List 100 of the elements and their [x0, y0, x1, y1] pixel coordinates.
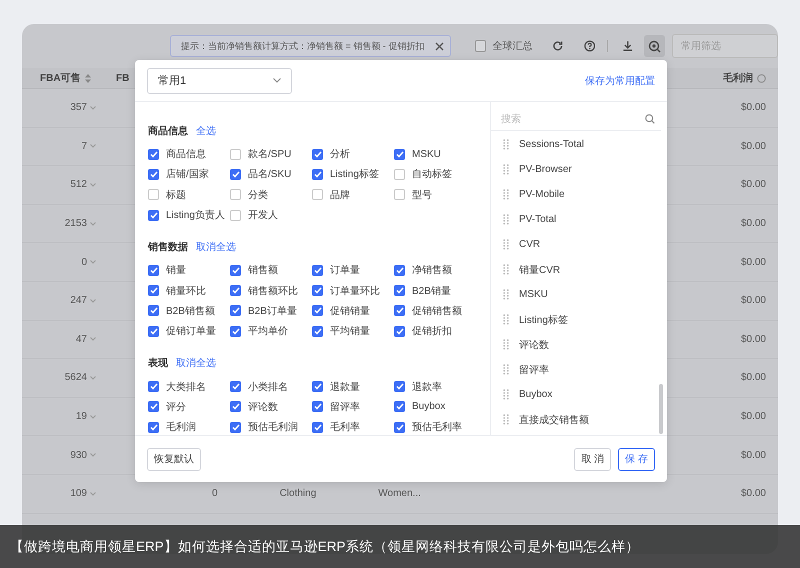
- checkbox[interactable]: [312, 422, 323, 433]
- checkbox[interactable]: [230, 148, 241, 160]
- column-name[interactable]: 销量CVR: [519, 262, 560, 276]
- preset-select[interactable]: 常用1: [147, 68, 292, 94]
- reset-button[interactable]: 恢复默认: [147, 448, 201, 470]
- checkbox-label[interactable]: 型号: [412, 188, 432, 202]
- column-name[interactable]: Sessions-Total: [519, 139, 584, 150]
- drag-handle-icon[interactable]: [503, 414, 509, 425]
- checkbox[interactable]: [312, 264, 323, 276]
- checkbox[interactable]: [148, 422, 159, 433]
- checkbox-label[interactable]: 销售额: [248, 263, 278, 278]
- column-name[interactable]: CVR: [519, 239, 540, 250]
- checkbox[interactable]: [230, 210, 241, 221]
- checkbox-label[interactable]: 款名/SPU: [248, 147, 292, 162]
- checkbox-label[interactable]: 预估毛利润: [248, 420, 298, 434]
- save-button[interactable]: 保 存: [618, 448, 655, 470]
- drag-handle-icon[interactable]: [503, 339, 509, 350]
- drag-handle-icon[interactable]: [503, 264, 509, 275]
- checkbox-label[interactable]: MSKU: [412, 148, 441, 160]
- checkbox-label[interactable]: 订单量: [330, 263, 360, 278]
- column-name[interactable]: Buybox: [519, 389, 552, 400]
- checkbox[interactable]: [312, 189, 323, 200]
- select-all-link[interactable]: 取消全选: [176, 356, 216, 370]
- checkbox[interactable]: [394, 168, 405, 180]
- checkbox-label[interactable]: 毛利率: [330, 420, 360, 434]
- checkbox-label[interactable]: 销售额环比: [248, 284, 298, 298]
- checkbox[interactable]: [394, 381, 405, 392]
- checkbox-label[interactable]: 销量: [166, 263, 186, 278]
- save-preset-link[interactable]: 保存为常用配置: [585, 74, 655, 88]
- checkbox[interactable]: [230, 401, 241, 412]
- checkbox-label[interactable]: 全球汇总: [492, 39, 532, 53]
- checkbox[interactable]: [312, 401, 323, 412]
- checkbox[interactable]: [148, 264, 159, 276]
- checkbox-label[interactable]: 店铺/国家: [166, 167, 209, 182]
- help-icon[interactable]: [584, 40, 596, 52]
- select-all-link[interactable]: 取消全选: [196, 240, 236, 254]
- column-name[interactable]: 留评率: [519, 362, 549, 376]
- checkbox-label[interactable]: 预估毛利率: [412, 420, 462, 434]
- column-settings-button[interactable]: [644, 35, 666, 57]
- checkbox-label[interactable]: 促销销售额: [412, 304, 462, 318]
- column-name[interactable]: 直接成交销售额: [519, 412, 589, 426]
- checkbox[interactable]: [148, 210, 159, 221]
- checkbox[interactable]: [230, 168, 241, 180]
- checkbox-label[interactable]: B2B订单量: [248, 304, 297, 318]
- drag-handle-icon[interactable]: [503, 189, 509, 200]
- checkbox[interactable]: [148, 305, 159, 316]
- checkbox[interactable]: [394, 148, 405, 160]
- select-all-link[interactable]: 全选: [196, 124, 216, 138]
- checkbox[interactable]: [474, 40, 486, 52]
- checkbox-label[interactable]: 评论数: [248, 400, 278, 414]
- checkbox-label[interactable]: 退款率: [412, 380, 442, 394]
- checkbox[interactable]: [230, 381, 241, 392]
- column-name[interactable]: 评论数: [519, 338, 549, 352]
- checkbox[interactable]: [148, 148, 159, 160]
- checkbox-label[interactable]: Listing负责人: [166, 208, 225, 222]
- download-icon[interactable]: [622, 40, 634, 52]
- column-name[interactable]: PV-Total: [519, 214, 556, 225]
- checkbox[interactable]: [312, 326, 323, 337]
- checkbox-label[interactable]: 留评率: [330, 400, 360, 414]
- drag-handle-icon[interactable]: [503, 214, 509, 225]
- search-icon[interactable]: [645, 114, 655, 124]
- checkbox-label[interactable]: 品名/SKU: [248, 167, 292, 182]
- refresh-icon[interactable]: [552, 40, 564, 52]
- checkbox[interactable]: [394, 189, 405, 200]
- column-name[interactable]: PV-Mobile: [519, 189, 565, 200]
- checkbox[interactable]: [148, 168, 159, 180]
- checkbox[interactable]: [312, 305, 323, 316]
- checkbox-label[interactable]: 自动标签: [412, 167, 452, 182]
- checkbox-label[interactable]: Buybox: [412, 401, 446, 412]
- checkbox-label[interactable]: 促销折扣: [412, 324, 452, 338]
- checkbox[interactable]: [148, 401, 159, 412]
- drag-handle-icon[interactable]: [503, 364, 509, 375]
- close-icon[interactable]: [434, 42, 444, 50]
- checkbox[interactable]: [230, 422, 241, 433]
- checkbox-label[interactable]: 平均单价: [248, 324, 288, 338]
- checkbox-label[interactable]: 促销订单量: [166, 324, 216, 338]
- checkbox[interactable]: [394, 326, 405, 337]
- checkbox-label[interactable]: 平均销量: [330, 324, 370, 338]
- checkbox[interactable]: [230, 264, 241, 276]
- checkbox[interactable]: [312, 148, 323, 160]
- drag-handle-icon[interactable]: [503, 239, 509, 250]
- checkbox[interactable]: [394, 264, 405, 276]
- checkbox[interactable]: [312, 381, 323, 392]
- checkbox[interactable]: [312, 168, 323, 180]
- checkbox[interactable]: [394, 401, 405, 412]
- drag-handle-icon[interactable]: [503, 139, 509, 150]
- checkbox[interactable]: [230, 285, 241, 296]
- checkbox-label[interactable]: 小类排名: [248, 380, 288, 394]
- column-name[interactable]: Listing标签: [519, 312, 568, 326]
- checkbox[interactable]: [148, 326, 159, 337]
- checkbox[interactable]: [394, 422, 405, 433]
- checkbox[interactable]: [230, 189, 241, 200]
- checkbox-label[interactable]: 开发人: [248, 208, 278, 222]
- checkbox[interactable]: [230, 305, 241, 316]
- checkbox-label[interactable]: Listing标签: [330, 167, 379, 182]
- checkbox-label[interactable]: 商品信息: [166, 147, 206, 162]
- column-name[interactable]: MSKU: [519, 289, 548, 300]
- drag-handle-icon[interactable]: [503, 389, 509, 400]
- checkbox-label[interactable]: 标题: [166, 188, 186, 202]
- checkbox-label[interactable]: 退款量: [330, 380, 360, 394]
